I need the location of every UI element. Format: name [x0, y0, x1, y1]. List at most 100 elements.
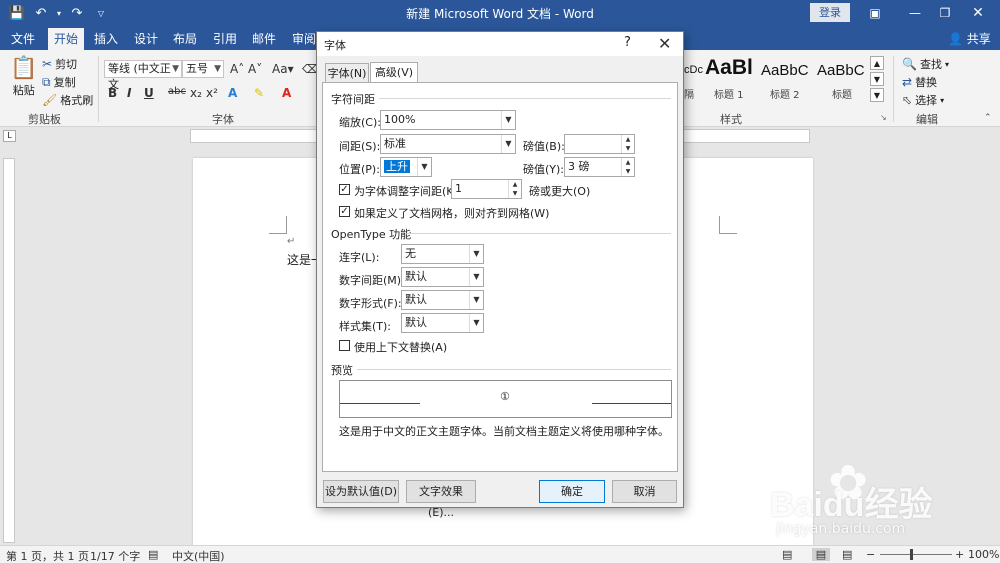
number-spacing-combo[interactable]: 默认 ▼ [401, 267, 484, 287]
position-by-spinner[interactable]: 3 磅 ▲ ▼ [564, 157, 635, 177]
spinner-arrows-icon[interactable]: ▲ ▼ [621, 158, 634, 176]
cut-button[interactable]: ✂ 剪切 [42, 56, 77, 72]
stylistic-sets-combo[interactable]: 默认 ▼ [401, 313, 484, 333]
chevron-down-icon[interactable]: ▼ [501, 135, 515, 153]
paste-button[interactable]: 📋 粘贴 [10, 56, 37, 98]
chevron-down-icon[interactable]: ▼ [469, 245, 483, 263]
chevron-down-icon[interactable]: ▼ [469, 291, 483, 309]
close-window-icon[interactable]: ✕ [958, 2, 998, 24]
copy-button[interactable]: ⧉ 复制 [42, 74, 76, 90]
styles-dialog-launcher-icon[interactable]: ↘ [880, 113, 887, 122]
zoom-slider[interactable] [880, 554, 952, 555]
proofing-icon[interactable]: ▤ [148, 548, 158, 561]
select-button[interactable]: ⬁ 选择 ▾ [902, 92, 944, 108]
tab-font[interactable]: 字体(N) [325, 63, 369, 83]
zoom-level[interactable]: 100% [968, 548, 999, 561]
font-color-icon[interactable]: A [282, 86, 291, 100]
bold-icon[interactable]: B [108, 86, 117, 100]
chevron-down-icon[interactable]: ▼ [501, 111, 515, 129]
chevron-down-icon: ▾ [944, 59, 949, 69]
chevron-down-icon[interactable]: ▼ [469, 268, 483, 286]
find-button[interactable]: 🔍 查找 ▾ [902, 56, 949, 72]
spacing-combo[interactable]: 标准 ▼ [380, 134, 516, 154]
tab-advanced[interactable]: 高级(V) [370, 62, 418, 83]
tab-home[interactable]: 开始 [48, 28, 84, 50]
cancel-button[interactable]: 取消 [612, 480, 677, 503]
kerning-value: 1 [455, 182, 462, 195]
chevron-down-icon[interactable]: ▼ [417, 158, 431, 176]
tab-mailings[interactable]: 邮件 [247, 28, 281, 50]
number-forms-combo[interactable]: 默认 ▼ [401, 290, 484, 310]
styles-more-icon[interactable]: ▼ [870, 88, 884, 102]
collapse-ribbon-icon[interactable]: ⌃ [984, 113, 992, 123]
vertical-ruler[interactable] [3, 158, 15, 543]
paste-label: 粘贴 [12, 84, 35, 97]
stylistic-sets-label: 样式集(T): [339, 320, 392, 333]
chevron-down-icon[interactable]: ▼ [469, 314, 483, 332]
word-count[interactable]: 1/17 个字 [90, 548, 140, 563]
tab-insert[interactable]: 插入 [89, 28, 123, 50]
highlight-icon[interactable]: ✎ [254, 86, 264, 100]
login-button[interactable]: 登录 [810, 3, 850, 22]
font-name-combo[interactable]: 等线 (中文正文 ▼ [104, 60, 182, 91]
italic-icon[interactable]: I [127, 86, 131, 100]
font-size-value: 五号 [186, 62, 208, 75]
style-title-preview[interactable]: AaBbC [817, 62, 865, 79]
share-button[interactable]: 👤 共享 [948, 30, 991, 47]
spinner-arrows-icon[interactable]: ▲ ▼ [621, 135, 634, 153]
dialog-title-bar: 字体 ? ✕ [317, 32, 683, 56]
styles-scroll-down-icon[interactable]: ▼ [870, 72, 884, 86]
set-default-button[interactable]: 设为默认值(D) [323, 480, 399, 503]
paste-icon: 📋 [10, 56, 38, 81]
spacing-by-spinner[interactable]: ▲ ▼ [564, 134, 635, 154]
shrink-font-icon[interactable]: A˅ [248, 62, 262, 76]
style-heading1-preview[interactable]: AaBl [705, 56, 753, 80]
font-size-combo[interactable]: 五号 ▼ [182, 60, 224, 78]
kerning-checkbox[interactable]: ✓ [339, 184, 350, 195]
grow-font-icon[interactable]: A˄ [230, 62, 244, 76]
snap-to-grid-checkbox[interactable]: ✓ [339, 206, 350, 217]
page-count[interactable]: 第 1 页，共 1 页 [6, 548, 89, 563]
web-layout-icon[interactable]: ▤ [842, 548, 852, 561]
zoom-slider-thumb[interactable] [910, 549, 913, 560]
position-combo[interactable]: 上升 ▼ [380, 157, 432, 177]
change-case-icon[interactable]: Aa▾ [272, 62, 294, 76]
style-preview-partial[interactable]: cDc [684, 64, 703, 76]
print-layout-icon[interactable]: ▤ [812, 548, 830, 561]
ligatures-combo[interactable]: 无 ▼ [401, 244, 484, 264]
help-icon[interactable]: ? [624, 35, 631, 50]
scale-label: 缩放(C): [339, 116, 381, 129]
text-effects-button[interactable]: 文字效果(E)... [406, 480, 476, 519]
kerning-spinner[interactable]: 1 ▲ ▼ [451, 179, 522, 199]
language-indicator[interactable]: 中文(中国) [172, 548, 225, 563]
tab-layout[interactable]: 布局 [168, 28, 202, 50]
strikethrough-icon[interactable]: abc [168, 86, 186, 97]
search-icon: 🔍 [902, 57, 917, 71]
styles-scroll-up-icon[interactable]: ▲ [870, 56, 884, 70]
style-heading2-preview[interactable]: AaBbC [761, 62, 809, 79]
underline-icon[interactable]: U [144, 86, 154, 100]
style-heading2-name: 标题 2 [770, 90, 800, 101]
preview-description: 这是用于中文的正文主题字体。当前文档主题定义将使用哪种字体。 [339, 425, 669, 438]
subscript-icon[interactable]: x₂ [190, 86, 202, 100]
format-painter-button[interactable]: 🖌 格式刷 [42, 92, 93, 108]
zoom-in-icon[interactable]: + [955, 548, 964, 561]
close-icon[interactable]: ✕ [658, 34, 671, 53]
ribbon-display-options-icon[interactable]: ▣ [855, 2, 895, 24]
text-effects-icon[interactable]: A [228, 86, 237, 100]
zoom-out-icon[interactable]: − [866, 548, 875, 561]
section-divider [379, 98, 671, 99]
scale-combo[interactable]: 100% ▼ [380, 110, 516, 130]
superscript-icon[interactable]: x² [206, 86, 218, 100]
format-painter-label: 格式刷 [60, 94, 94, 107]
read-mode-icon[interactable]: ▤ [782, 548, 792, 561]
position-by-value: 3 磅 [568, 160, 590, 173]
replace-button[interactable]: ⇄ 替换 [902, 74, 937, 90]
tab-references[interactable]: 引用 [208, 28, 242, 50]
tab-file[interactable]: 文件 [6, 28, 40, 50]
spinner-arrows-icon[interactable]: ▲ ▼ [508, 180, 521, 198]
tab-design[interactable]: 设计 [129, 28, 163, 50]
tab-selector[interactable]: L [3, 130, 16, 142]
ok-button[interactable]: 确定 [539, 480, 605, 503]
contextual-alternates-checkbox[interactable] [339, 340, 350, 351]
